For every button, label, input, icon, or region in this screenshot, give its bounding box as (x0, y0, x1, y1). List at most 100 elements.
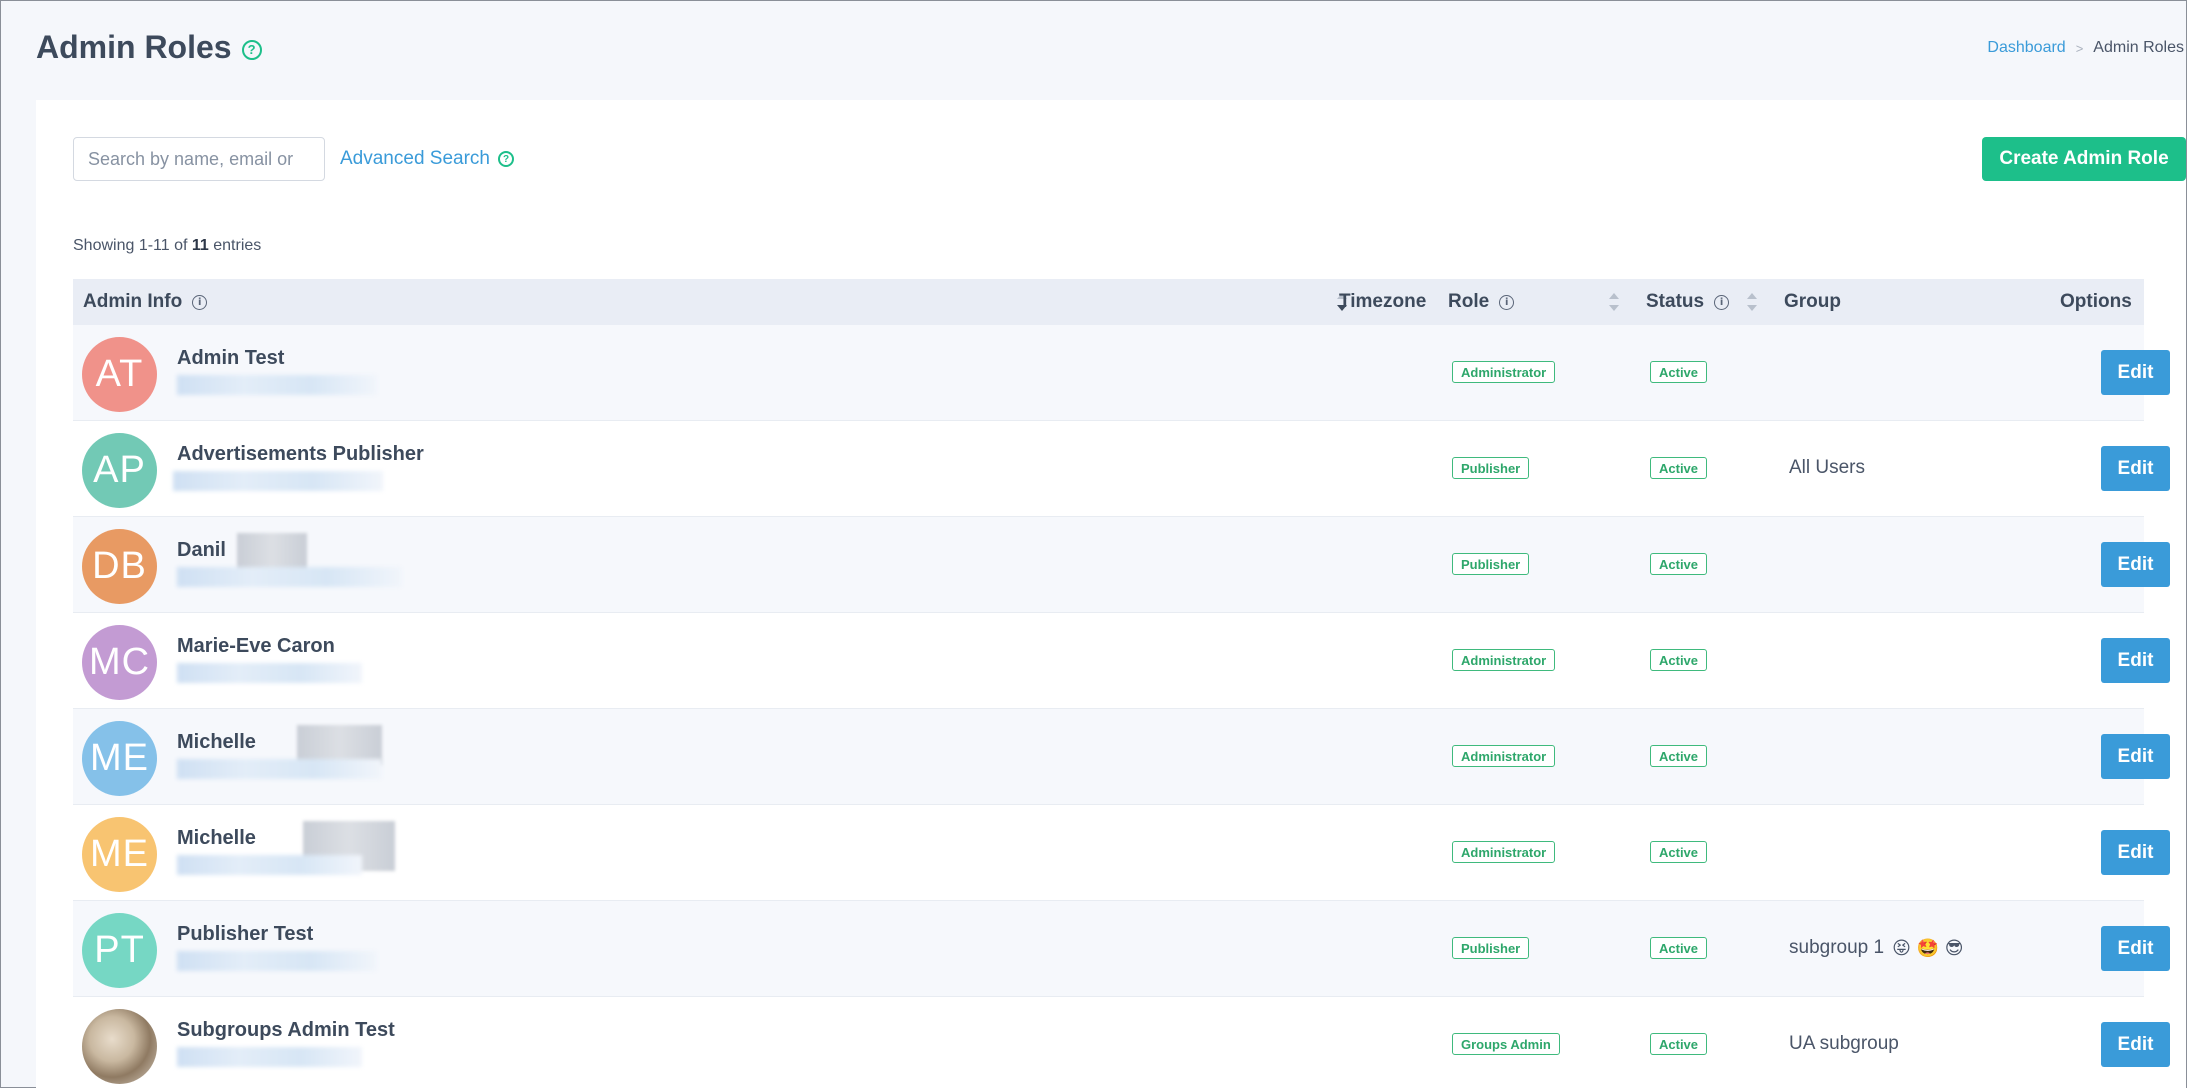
role-badge: Publisher (1452, 553, 1530, 575)
redacted-email (173, 471, 383, 491)
redacted-email (177, 951, 377, 971)
advanced-search-link[interactable]: Advanced Search ? (340, 148, 514, 170)
avatar-photo (82, 1009, 157, 1084)
admin-name[interactable]: Advertisements Publisher (177, 443, 424, 466)
edit-button[interactable]: Edit (2101, 926, 2170, 971)
help-icon[interactable]: ? (498, 151, 514, 167)
edit-button[interactable]: Edit (2101, 446, 2170, 491)
edit-button[interactable]: Edit (2101, 542, 2170, 587)
role-badge: Administrator (1452, 745, 1556, 767)
status-badge: Active (1650, 937, 1708, 959)
group-emoji: 😝 🤩 😎 (1892, 937, 1964, 959)
admin-roles-table: Admin Info i Timezone Role i Status i Gr… (73, 279, 2170, 1088)
column-admin-info-label: Admin Info (83, 291, 183, 312)
admin-name[interactable]: Michelle (177, 731, 256, 754)
entries-total: 11 (191, 237, 209, 254)
column-timezone-label: Timezone (1339, 291, 1427, 312)
admin-name[interactable]: Subgroups Admin Test (177, 1019, 395, 1042)
status-badge: Active (1650, 745, 1708, 767)
group-label: All Users (1789, 457, 1866, 478)
group-cell: All Users (1789, 457, 1865, 479)
help-icon[interactable]: ? (241, 39, 262, 60)
entries-prefix: Showing 1-11 of (73, 237, 192, 254)
avatar: MC (82, 625, 157, 700)
role-badge: Groups Admin (1452, 1033, 1560, 1055)
column-group-label: Group (1784, 291, 1841, 312)
edit-button[interactable]: Edit (2101, 830, 2170, 875)
edit-button[interactable]: Edit (2101, 638, 2170, 683)
avatar: PT (82, 913, 157, 988)
avatar: AT (82, 337, 157, 412)
table-row: ME Michelle Administrator Active Edit (73, 709, 2170, 805)
sort-icon[interactable] (1609, 293, 1619, 311)
search-input[interactable] (73, 137, 325, 181)
admin-name[interactable]: Publisher Test (177, 923, 313, 946)
avatar: ME (82, 721, 157, 796)
table-row: ME Michelle Administrator Active Edit (73, 805, 2170, 901)
column-role[interactable]: Role i (1448, 291, 1515, 313)
status-badge: Active (1650, 457, 1708, 479)
table-body: AT Admin Test Administrator Active Edit … (73, 325, 2170, 1088)
info-icon: i (1499, 294, 1515, 310)
info-icon: i (192, 294, 208, 310)
page-header: Admin Roles ? Dashboard > Admin Roles (1, 1, 2186, 99)
column-options: Options (2060, 291, 2132, 313)
group-cell: UA subgroup (1789, 1033, 1899, 1055)
group-label: subgroup 1 (1789, 937, 1885, 958)
redacted-email (177, 375, 377, 395)
edit-button[interactable]: Edit (2101, 350, 2170, 395)
redacted-email (177, 567, 402, 587)
table-row: Subgroups Admin Test Groups Admin Active… (73, 997, 2170, 1088)
column-group: Group (1784, 291, 1841, 313)
admin-name[interactable]: Admin Test (177, 347, 284, 370)
breadcrumb-separator: > (2075, 40, 2084, 56)
advanced-search-label: Advanced Search (340, 148, 490, 169)
breadcrumb-dashboard-link[interactable]: Dashboard (1987, 39, 2065, 57)
role-badge: Administrator (1452, 361, 1556, 383)
redacted-email (177, 759, 382, 779)
column-role-label: Role (1448, 291, 1490, 312)
edit-button[interactable]: Edit (2101, 1022, 2170, 1067)
column-admin-info[interactable]: Admin Info i (83, 291, 208, 313)
redacted-email (177, 1047, 362, 1067)
table-header: Admin Info i Timezone Role i Status i Gr… (73, 279, 2144, 325)
admin-name[interactable]: Danil (177, 539, 226, 562)
status-badge: Active (1650, 1033, 1708, 1055)
column-options-label: Options (2060, 291, 2132, 312)
breadcrumb: Dashboard > Admin Roles (1987, 39, 2184, 57)
page-title-text: Admin Roles (36, 29, 232, 65)
role-badge: Administrator (1452, 649, 1556, 671)
edit-button[interactable]: Edit (2101, 734, 2170, 779)
group-label: UA subgroup (1789, 1033, 1899, 1054)
status-badge: Active (1650, 361, 1708, 383)
admin-name[interactable]: Marie-Eve Caron (177, 635, 335, 658)
admin-name[interactable]: Michelle (177, 827, 256, 850)
table-row: MC Marie-Eve Caron Administrator Active … (73, 613, 2170, 709)
create-admin-role-button[interactable]: Create Admin Role (1982, 137, 2186, 181)
table-row: PT Publisher Test Publisher Active subgr… (73, 901, 2170, 997)
group-cell: subgroup 1 😝 🤩 😎 (1789, 937, 1963, 959)
avatar: AP (82, 433, 157, 508)
status-badge: Active (1650, 553, 1708, 575)
redacted-email (177, 663, 362, 683)
page-title: Admin Roles ? (36, 29, 262, 66)
table-row: AP Advertisements Publisher Publisher Ac… (73, 421, 2170, 517)
column-timezone: Timezone (1339, 291, 1426, 313)
table-row: DB Danil Publisher Active Edit (73, 517, 2170, 613)
role-badge: Administrator (1452, 841, 1556, 863)
avatar: DB (82, 529, 157, 604)
role-badge: Publisher (1452, 457, 1530, 479)
table-row: AT Admin Test Administrator Active Edit (73, 325, 2170, 421)
entries-summary: Showing 1-11 of 11 entries (73, 237, 261, 255)
role-badge: Publisher (1452, 937, 1530, 959)
status-badge: Active (1650, 649, 1708, 671)
column-status[interactable]: Status i (1646, 291, 1730, 313)
info-icon: i (1714, 294, 1730, 310)
entries-suffix: entries (208, 237, 262, 254)
content-card: Advanced Search ? Create Admin Role Show… (36, 100, 2186, 1088)
breadcrumb-current: Admin Roles (2093, 39, 2184, 56)
sort-icon[interactable] (1747, 293, 1757, 311)
avatar: ME (82, 817, 157, 892)
column-status-label: Status (1646, 291, 1705, 312)
redacted-email (177, 855, 362, 875)
